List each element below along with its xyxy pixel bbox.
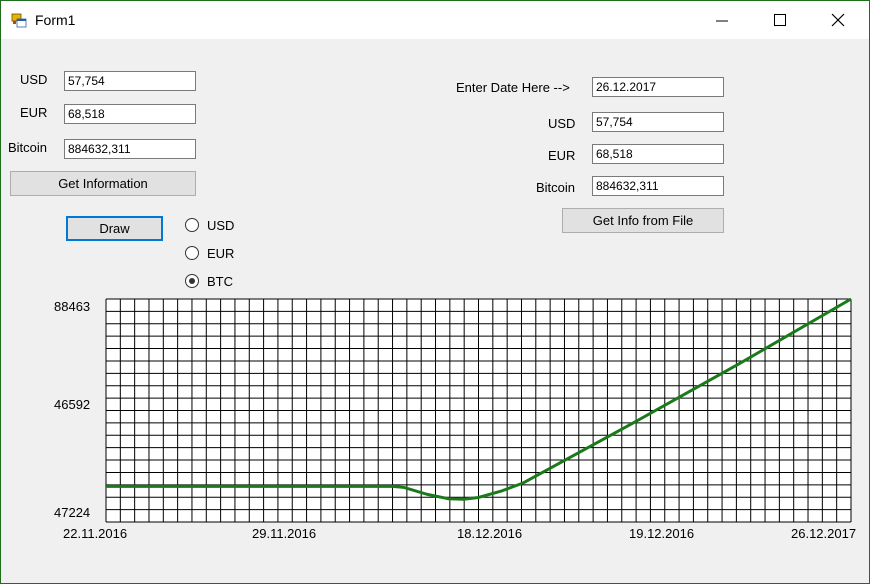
y-tick-label: 88463	[54, 299, 90, 314]
price-chart: 88463 46592 47224 22.11.2016 29.11.2016 18.12…	[54, 297, 856, 541]
x-tick-label: 22.11.2016	[63, 526, 127, 541]
y-tick-label: 47224	[54, 505, 90, 520]
app-window: Form1 USD 57,754 EUR 68,518 Bitcoin 8846…	[0, 0, 870, 584]
x-tick-label: 19.12.2016	[629, 526, 694, 541]
x-tick-label: 29.11.2016	[252, 526, 316, 541]
x-tick-label: 18.12.2016	[457, 526, 522, 541]
y-tick-label: 46592	[54, 397, 90, 412]
x-tick-label: 26.12.2017	[791, 526, 856, 541]
